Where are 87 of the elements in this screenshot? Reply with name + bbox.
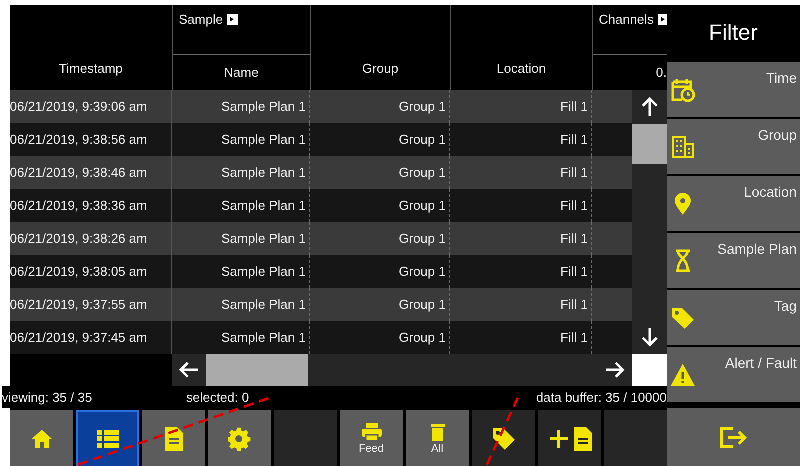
horizontal-scrollbar[interactable] bbox=[172, 354, 632, 386]
column-header[interactable]: Location bbox=[496, 61, 546, 76]
column-header[interactable]: 0. bbox=[656, 65, 667, 80]
table-cell: 06/21/2019, 9:39:06 am bbox=[10, 99, 148, 114]
scroll-thumb[interactable] bbox=[206, 354, 308, 386]
list-icon bbox=[96, 430, 118, 448]
filter-alert-button[interactable]: Alert / Fault bbox=[667, 347, 800, 402]
table-cell: Sample Plan 1 bbox=[221, 165, 306, 180]
table-cell: Sample Plan 1 bbox=[221, 132, 306, 147]
add-document-button[interactable] bbox=[538, 410, 601, 466]
table-cell: 06/21/2019, 9:38:05 am bbox=[10, 264, 148, 279]
table-cell: Fill 1 bbox=[560, 231, 588, 246]
table-cell: Sample Plan 1 bbox=[221, 297, 306, 312]
tag-button[interactable] bbox=[472, 410, 535, 466]
table-cell: Fill 1 bbox=[560, 297, 588, 312]
document-button[interactable] bbox=[142, 410, 205, 466]
table-cell: Group 1 bbox=[399, 99, 446, 114]
expand-icon[interactable] bbox=[227, 14, 238, 25]
viewing-count: viewing: 35 / 35 bbox=[2, 390, 92, 404]
table-row[interactable]: 06/21/2019, 9:39:06 am Sample Plan 1 Group 1 Fill 1 bbox=[10, 90, 632, 123]
table-cell: Group 1 bbox=[399, 264, 446, 279]
table-cell: Fill 1 bbox=[560, 165, 588, 180]
filter-location-button[interactable]: Location bbox=[667, 176, 800, 231]
filter-sample-plan-button[interactable]: Sample Plan bbox=[667, 233, 800, 288]
table-cell: Group 1 bbox=[399, 165, 446, 180]
table-cell: Group 1 bbox=[399, 297, 446, 312]
filter-title: Filter bbox=[708, 18, 759, 46]
home-button[interactable] bbox=[10, 410, 73, 466]
table-cell: Group 1 bbox=[399, 330, 446, 345]
scroll-thumb[interactable] bbox=[632, 124, 667, 164]
table-row[interactable]: 06/21/2019, 9:37:55 am Sample Plan 1 Group 1 Fill 1 bbox=[10, 288, 632, 321]
vertical-scrollbar[interactable] bbox=[632, 90, 667, 354]
table-row[interactable]: 06/21/2019, 9:38:56 am Sample Plan 1 Group 1 Fill 1 bbox=[10, 123, 632, 156]
filter-time-button[interactable]: Time bbox=[667, 62, 800, 117]
trash-icon bbox=[430, 423, 444, 441]
table-cell: 06/21/2019, 9:38:46 am bbox=[10, 165, 148, 180]
selected-count: selected: 0 bbox=[186, 390, 250, 404]
scroll-corner bbox=[632, 354, 667, 386]
warning-icon bbox=[671, 363, 695, 387]
table-cell: 06/21/2019, 9:38:56 am bbox=[10, 132, 148, 147]
column-header[interactable]: Group bbox=[362, 61, 399, 76]
table-cell: Fill 1 bbox=[560, 198, 588, 213]
table-cell: Group 1 bbox=[399, 132, 446, 147]
table-cell: Sample Plan 1 bbox=[221, 198, 306, 213]
table-cell: Sample Plan 1 bbox=[221, 264, 306, 279]
tag-icon bbox=[490, 426, 516, 452]
table-cell: Sample Plan 1 bbox=[221, 231, 306, 246]
table-cell: 06/21/2019, 9:38:36 am bbox=[10, 198, 148, 213]
calendar-clock-icon bbox=[671, 78, 695, 102]
table-cell: 06/21/2019, 9:37:55 am bbox=[10, 297, 148, 312]
filter-tag-button[interactable]: Tag bbox=[667, 290, 800, 345]
table-row[interactable]: 06/21/2019, 9:38:36 am Sample Plan 1 Group 1 Fill 1 bbox=[10, 189, 632, 222]
filter-group-button[interactable]: Group bbox=[667, 119, 800, 174]
buffer-count: data buffer: 35 / 10000 bbox=[536, 390, 667, 404]
table-cell: Fill 1 bbox=[560, 99, 588, 114]
exit-button[interactable] bbox=[667, 408, 800, 466]
settings-icon bbox=[228, 427, 252, 451]
table-row[interactable]: 06/21/2019, 9:38:05 am Sample Plan 1 Group 1 Fill 1 bbox=[10, 255, 632, 288]
list-button[interactable] bbox=[76, 410, 139, 466]
printer-icon bbox=[362, 423, 382, 441]
column-header[interactable]: Name bbox=[224, 65, 259, 80]
home-icon bbox=[30, 429, 52, 449]
column-group-header: Channels bbox=[599, 12, 654, 27]
column-group-header: Sample bbox=[179, 12, 224, 27]
table-cell: Group 1 bbox=[399, 198, 446, 213]
document-icon bbox=[164, 427, 182, 451]
printer-button[interactable]: Feed bbox=[340, 410, 403, 466]
annotation-line bbox=[486, 397, 520, 466]
add-document-icon bbox=[548, 427, 592, 451]
tag-icon bbox=[671, 306, 695, 330]
table-cell: Fill 1 bbox=[560, 132, 588, 147]
table-row[interactable]: 06/21/2019, 9:38:46 am Sample Plan 1 Group 1 Fill 1 bbox=[10, 156, 632, 189]
building-icon bbox=[671, 135, 695, 159]
trash-button[interactable]: All bbox=[406, 410, 469, 466]
table-cell: 06/21/2019, 9:38:26 am bbox=[10, 231, 148, 246]
expand-icon[interactable] bbox=[658, 14, 669, 25]
column-header[interactable]: Timestamp bbox=[59, 61, 123, 76]
table-cell: Fill 1 bbox=[560, 264, 588, 279]
table-row[interactable]: 06/21/2019, 9:38:26 am Sample Plan 1 Group 1 Fill 1 bbox=[10, 222, 632, 255]
exit-icon bbox=[718, 426, 748, 450]
settings-button[interactable] bbox=[208, 410, 271, 466]
table-cell: 06/21/2019, 9:37:45 am bbox=[10, 330, 148, 345]
table-row[interactable]: 06/21/2019, 9:37:45 am Sample Plan 1 Group 1 Fill 1 bbox=[10, 321, 632, 354]
table-cell: Sample Plan 1 bbox=[221, 99, 306, 114]
table-cell: Group 1 bbox=[399, 231, 446, 246]
table-cell: Sample Plan 1 bbox=[221, 330, 306, 345]
table-cell: Fill 1 bbox=[560, 330, 588, 345]
